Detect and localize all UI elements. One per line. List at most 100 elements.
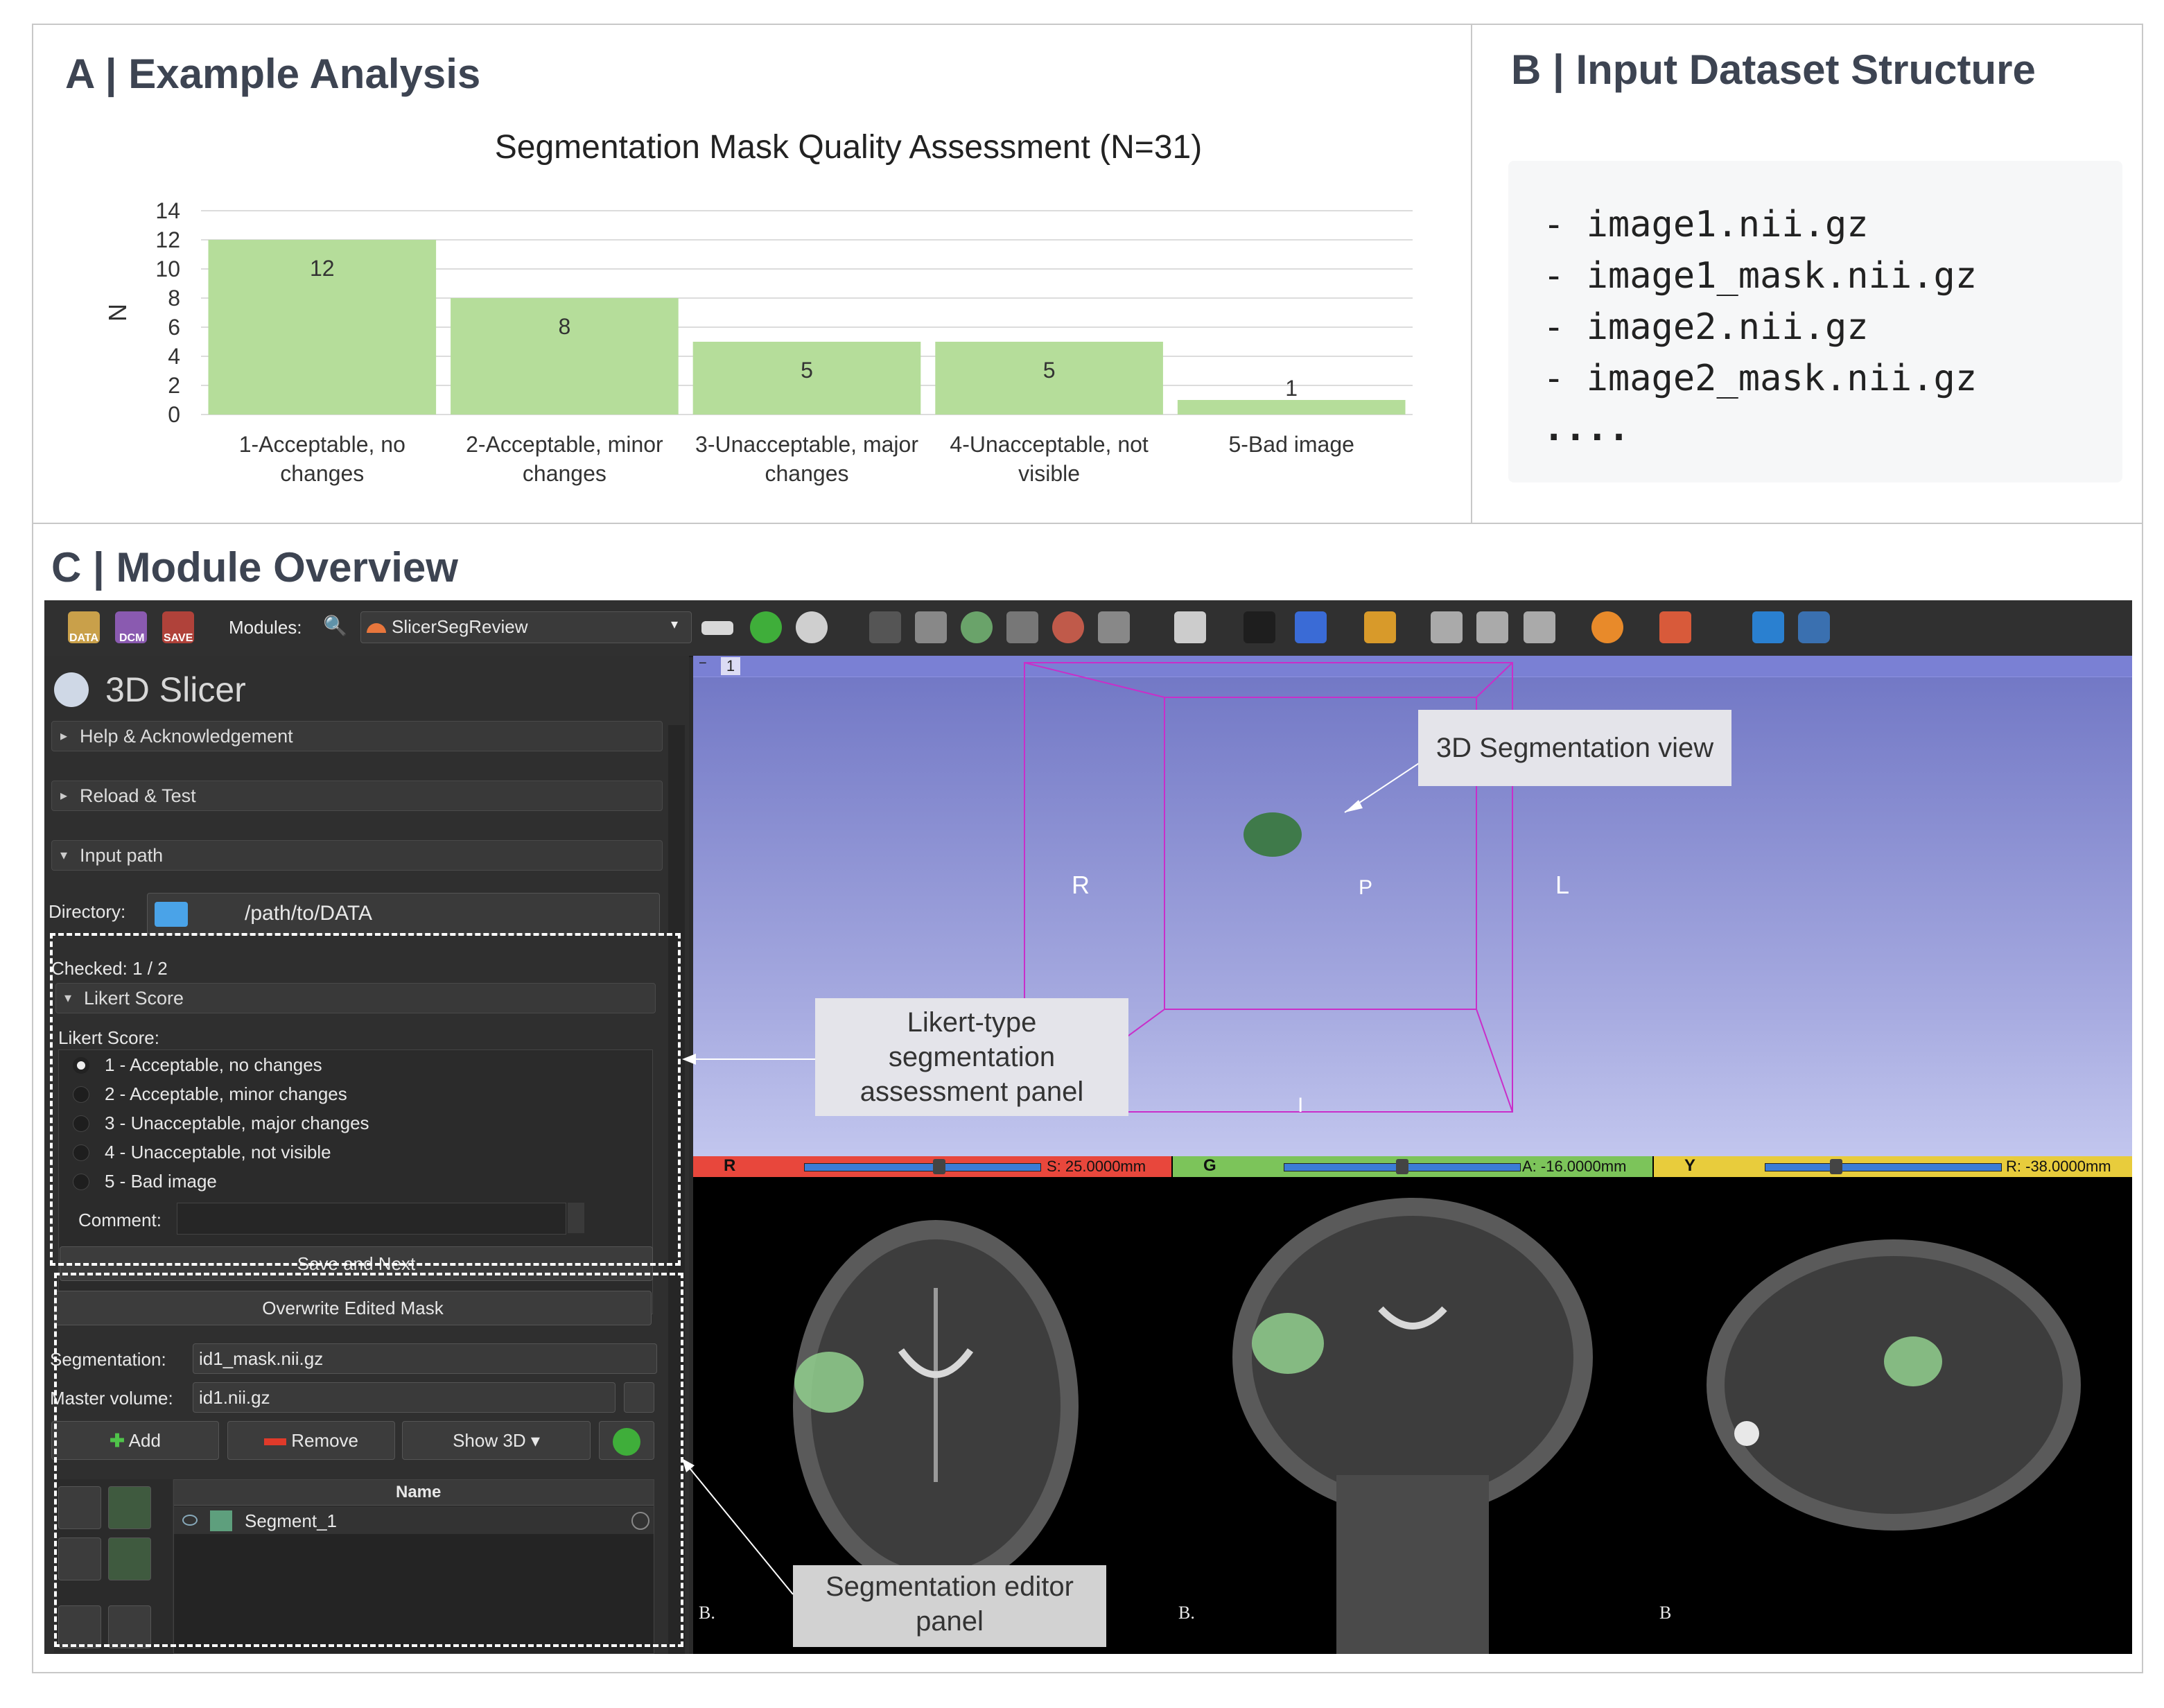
file-line-2: - image1_mask.nii.gz bbox=[1543, 255, 1978, 297]
red-slice-corner-label: B. bbox=[699, 1603, 715, 1623]
x-category-label: visible bbox=[1018, 461, 1080, 486]
folder-icon bbox=[155, 902, 188, 927]
reload-section-header[interactable]: ▸ Reload & Test bbox=[51, 781, 663, 811]
x-category-label: changes bbox=[523, 461, 607, 486]
callout-editor-line-1: Segmentation editor bbox=[825, 1571, 1074, 1602]
x-category-label: changes bbox=[765, 461, 849, 486]
extension-icon[interactable] bbox=[1524, 611, 1555, 643]
screenshot-icon[interactable] bbox=[1431, 611, 1463, 643]
module-selector[interactable]: SlicerSegReview bbox=[360, 611, 692, 643]
y-tick-label: 4 bbox=[168, 344, 180, 369]
callout-likert-line-1: Likert-type bbox=[907, 1007, 1037, 1038]
forward-icon[interactable] bbox=[796, 611, 828, 643]
file-line-4: - image2_mask.nii.gz bbox=[1543, 358, 1978, 399]
x-category-label: 1-Acceptable, no bbox=[239, 432, 405, 457]
pointer-icon[interactable] bbox=[1244, 611, 1275, 643]
box-edge bbox=[1476, 1009, 1513, 1113]
python-console-icon[interactable] bbox=[1798, 611, 1830, 643]
bar-value-label: 8 bbox=[559, 314, 571, 339]
file-list-box: - image1.nii.gz - image1_mask.nii.gz - i… bbox=[1508, 161, 2122, 482]
yellow-slice-slider[interactable] bbox=[1765, 1163, 2002, 1171]
likert-panel-highlight bbox=[50, 933, 681, 1266]
yellow-slice-slider-handle[interactable] bbox=[1830, 1159, 1842, 1174]
coronal-segmentation-overlay[interactable] bbox=[1252, 1313, 1324, 1374]
y-tick-label: 10 bbox=[155, 256, 180, 281]
red-slice-slider[interactable] bbox=[804, 1163, 1041, 1171]
green-slice-letter: G bbox=[1203, 1156, 1216, 1175]
slicer-logo-icon bbox=[54, 672, 89, 707]
back-icon[interactable] bbox=[750, 611, 782, 643]
y-axis-label: N bbox=[103, 304, 132, 322]
data-button-label: DATA bbox=[69, 632, 99, 644]
crosshair-icon[interactable] bbox=[1591, 611, 1623, 643]
landmark-icon[interactable] bbox=[1659, 611, 1691, 643]
green-slice-corner-label: B. bbox=[1178, 1603, 1195, 1623]
data-module-icon[interactable] bbox=[869, 611, 901, 643]
orientation-label-r: R bbox=[1072, 871, 1090, 899]
green-slice-slider-handle[interactable] bbox=[1396, 1159, 1408, 1174]
module-search-icon[interactable]: 🔍 bbox=[323, 614, 347, 637]
segmentation-3d-blob[interactable] bbox=[1244, 812, 1302, 857]
extension-manager-icon[interactable] bbox=[1752, 611, 1784, 643]
save-button-label: SAVE bbox=[164, 632, 193, 644]
bar-value-label: 1 bbox=[1285, 376, 1298, 401]
red-slice-controller[interactable]: R S: 25.0000mm bbox=[693, 1156, 1171, 1177]
callout-likert-panel: Likert-type segmentation assessment pane… bbox=[815, 998, 1128, 1116]
chart-title: Segmentation Mask Quality Assessment (N=… bbox=[495, 129, 1202, 166]
red-slice-slider-handle[interactable] bbox=[933, 1159, 945, 1174]
axial-segmentation-overlay[interactable] bbox=[794, 1352, 864, 1413]
input-path-section-label: Input path bbox=[80, 845, 164, 866]
scene-view-icon[interactable] bbox=[1476, 611, 1508, 643]
callout-editor-panel: Segmentation editor panel bbox=[793, 1565, 1106, 1647]
yellow-slice-controller[interactable]: Y R: -38.0000mm bbox=[1654, 1156, 2132, 1177]
callout-likert-line-3: assessment panel bbox=[860, 1077, 1084, 1107]
help-section-header[interactable]: ▸ Help & Acknowledgement bbox=[51, 721, 663, 751]
panel-c-title: C | Module Overview bbox=[51, 544, 458, 591]
callout-likert-line-2: segmentation bbox=[888, 1042, 1056, 1072]
y-tick-label: 12 bbox=[155, 227, 180, 252]
green-slice-controller[interactable]: G A: -16.0000mm bbox=[1173, 1156, 1652, 1177]
green-slice-offset: A: -16.0000mm bbox=[1522, 1158, 1627, 1175]
transforms-icon[interactable] bbox=[1006, 611, 1038, 643]
view-layout-icon[interactable] bbox=[1174, 611, 1206, 643]
y-tick-label: 6 bbox=[168, 315, 180, 340]
input-path-section-header[interactable]: ▾ Input path bbox=[51, 840, 663, 871]
panel-b-title: B | Input Dataset Structure bbox=[1511, 46, 2036, 93]
models-icon[interactable] bbox=[961, 611, 993, 643]
layout-icon[interactable] bbox=[701, 621, 733, 635]
markups-icon[interactable] bbox=[1052, 611, 1084, 643]
orientation-label-p: P bbox=[1359, 876, 1373, 899]
y-tick-label: 2 bbox=[168, 373, 180, 398]
dcm-button-label: DCM bbox=[119, 632, 145, 644]
y-tick-label: 14 bbox=[155, 198, 180, 223]
coronal-mri-image bbox=[1232, 1198, 1593, 1654]
sagittal-segmentation-overlay[interactable] bbox=[1884, 1336, 1942, 1386]
bar-value-label: 12 bbox=[310, 256, 335, 281]
y-tick-label: 8 bbox=[168, 286, 180, 311]
yellow-slice-corner-label: B bbox=[1659, 1603, 1672, 1623]
main-toolbar: DATA DCM SAVE Modules: 🔍 SlicerSegReview… bbox=[44, 600, 2132, 657]
file-line-5: .... bbox=[1543, 408, 1630, 449]
expand-arrow-icon: ▾ bbox=[60, 848, 68, 863]
module-dropdown-icon[interactable]: ▾ bbox=[671, 616, 678, 633]
y-tick-label: 0 bbox=[168, 402, 180, 427]
bar-value-label: 5 bbox=[801, 358, 813, 383]
slice-view-green[interactable]: G A: -16.0000mm B. bbox=[1173, 1156, 1652, 1654]
segment-editor-icon[interactable] bbox=[1098, 611, 1130, 643]
editor-panel-highlight bbox=[54, 1273, 683, 1647]
volumes-icon[interactable] bbox=[915, 611, 947, 643]
file-line-3: - image2.nii.gz bbox=[1543, 306, 1869, 348]
orientation-label-l: L bbox=[1555, 871, 1570, 899]
callout-3d-view-text: 3D Segmentation view bbox=[1436, 733, 1714, 763]
x-category-label: changes bbox=[280, 461, 364, 486]
bar bbox=[1177, 400, 1406, 415]
slice-view-yellow[interactable]: Y R: -38.0000mm B bbox=[1654, 1156, 2132, 1654]
crosshair-fiducial-icon[interactable] bbox=[1364, 611, 1396, 643]
directory-field[interactable]: /path/to/DATA bbox=[147, 893, 660, 934]
x-category-label: 3-Unacceptable, major bbox=[695, 432, 918, 457]
orientation-label-i: I bbox=[1298, 1094, 1304, 1117]
window-level-icon[interactable] bbox=[1295, 611, 1327, 643]
reload-section-label: Reload & Test bbox=[80, 785, 196, 806]
app-name: 3D Slicer bbox=[105, 670, 246, 709]
x-category-label: 4-Unacceptable, not bbox=[950, 432, 1149, 457]
